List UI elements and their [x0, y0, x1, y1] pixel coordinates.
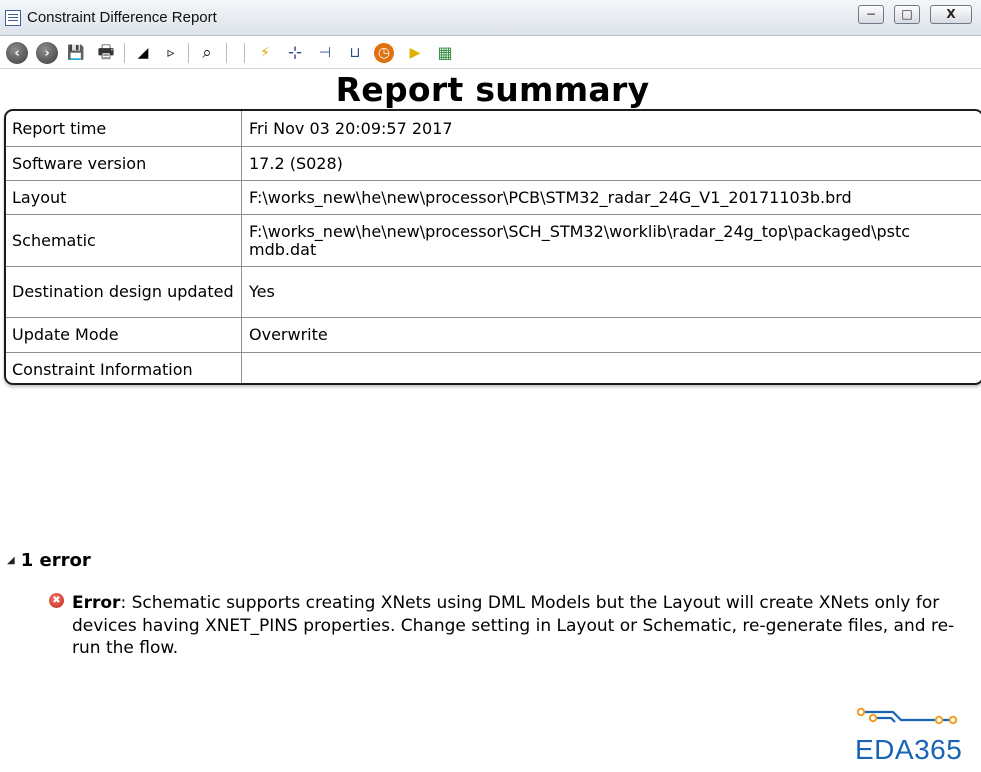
expand-icon[interactable]: ▹ [160, 42, 182, 64]
logo-text: EDA365 [855, 734, 963, 765]
timing-icon[interactable]: ◷ [374, 43, 394, 63]
collapse-all-icon[interactable]: ◢ [132, 42, 154, 64]
row-label: Layout [6, 181, 242, 214]
row-value: F:\works_new\he\new\processor\PCB\STM32_… [249, 187, 852, 207]
table-row: Layout F:\works_new\he\new\processor\PCB… [6, 180, 981, 214]
title-bar: Constraint Difference Report − □ X [0, 0, 981, 36]
table-row: Schematic F:\works_new\he\new\processor\… [6, 214, 981, 266]
row-value: 17.2 (S028) [249, 153, 343, 173]
table-row: Software version 17.2 (S028) [6, 146, 981, 180]
row-label: Destination design updated [6, 267, 242, 317]
report-title: Report summary [335, 70, 650, 109]
row-label: Report time [6, 111, 242, 146]
find-icon[interactable]: ⌕ [196, 42, 218, 64]
circuit-trace-icon [856, 707, 958, 725]
minimize-button[interactable]: − [858, 5, 884, 24]
row-value: Yes [249, 282, 275, 301]
window-title: Constraint Difference Report [27, 9, 217, 26]
row-value: Overwrite [249, 325, 328, 344]
row-label: Update Mode [6, 318, 242, 352]
property-tag-icon[interactable]: ▶ [404, 42, 426, 64]
summary-table: Report time Fri Nov 03 20:09:57 2017 Sof… [4, 109, 981, 385]
close-button[interactable]: X [930, 5, 972, 24]
row-value [242, 353, 981, 383]
row-label: Software version [6, 147, 242, 180]
error-icon: ✖ [49, 593, 64, 608]
row-value: F:\works_new\he\new\processor\SCH_STM32\… [249, 221, 911, 259]
table-row: Destination design updated Yes [6, 266, 981, 317]
row-value: Fri Nov 03 20:09:57 2017 [249, 118, 453, 138]
maximize-button[interactable]: □ [894, 5, 920, 24]
collapse-triangle-icon[interactable]: ◢ [7, 555, 15, 566]
error-prefix: Error [72, 593, 121, 613]
same-net-icon[interactable]: ⊔ [344, 42, 366, 64]
forward-icon[interactable]: › [36, 42, 58, 64]
errors-section-toggle[interactable]: ◢ 1 error [7, 550, 91, 571]
row-label: Constraint Information [6, 353, 242, 383]
row-label: Schematic [6, 215, 242, 266]
net-tie-icon[interactable]: ⊹ [284, 42, 306, 64]
topology-icon[interactable]: ▦ [434, 42, 456, 64]
errors-heading: 1 error [20, 550, 91, 571]
table-row: Constraint Information [6, 352, 981, 383]
app-icon [5, 10, 21, 26]
spacing-icon[interactable]: ⊣ [314, 42, 336, 64]
save-icon[interactable]: 💾 [65, 42, 87, 64]
print-icon[interactable]: 🖶 [95, 42, 117, 64]
error-message: Error: Schematic supports creating XNets… [72, 592, 977, 660]
lightning-icon[interactable]: ⚡ [254, 42, 276, 64]
error-body: : Schematic supports creating XNets usin… [72, 593, 955, 658]
table-row: Update Mode Overwrite [6, 317, 981, 352]
table-row: Report time Fri Nov 03 20:09:57 2017 [6, 111, 981, 146]
eda365-logo: EDA365 [853, 704, 971, 768]
back-icon[interactable]: ‹ [6, 42, 28, 64]
toolbar: ‹ › 💾 🖶 ◢ ▹ ⌕ ⚡ ⊹ ⊣ ⊔ ◷ ▶ ▦ [0, 36, 981, 69]
